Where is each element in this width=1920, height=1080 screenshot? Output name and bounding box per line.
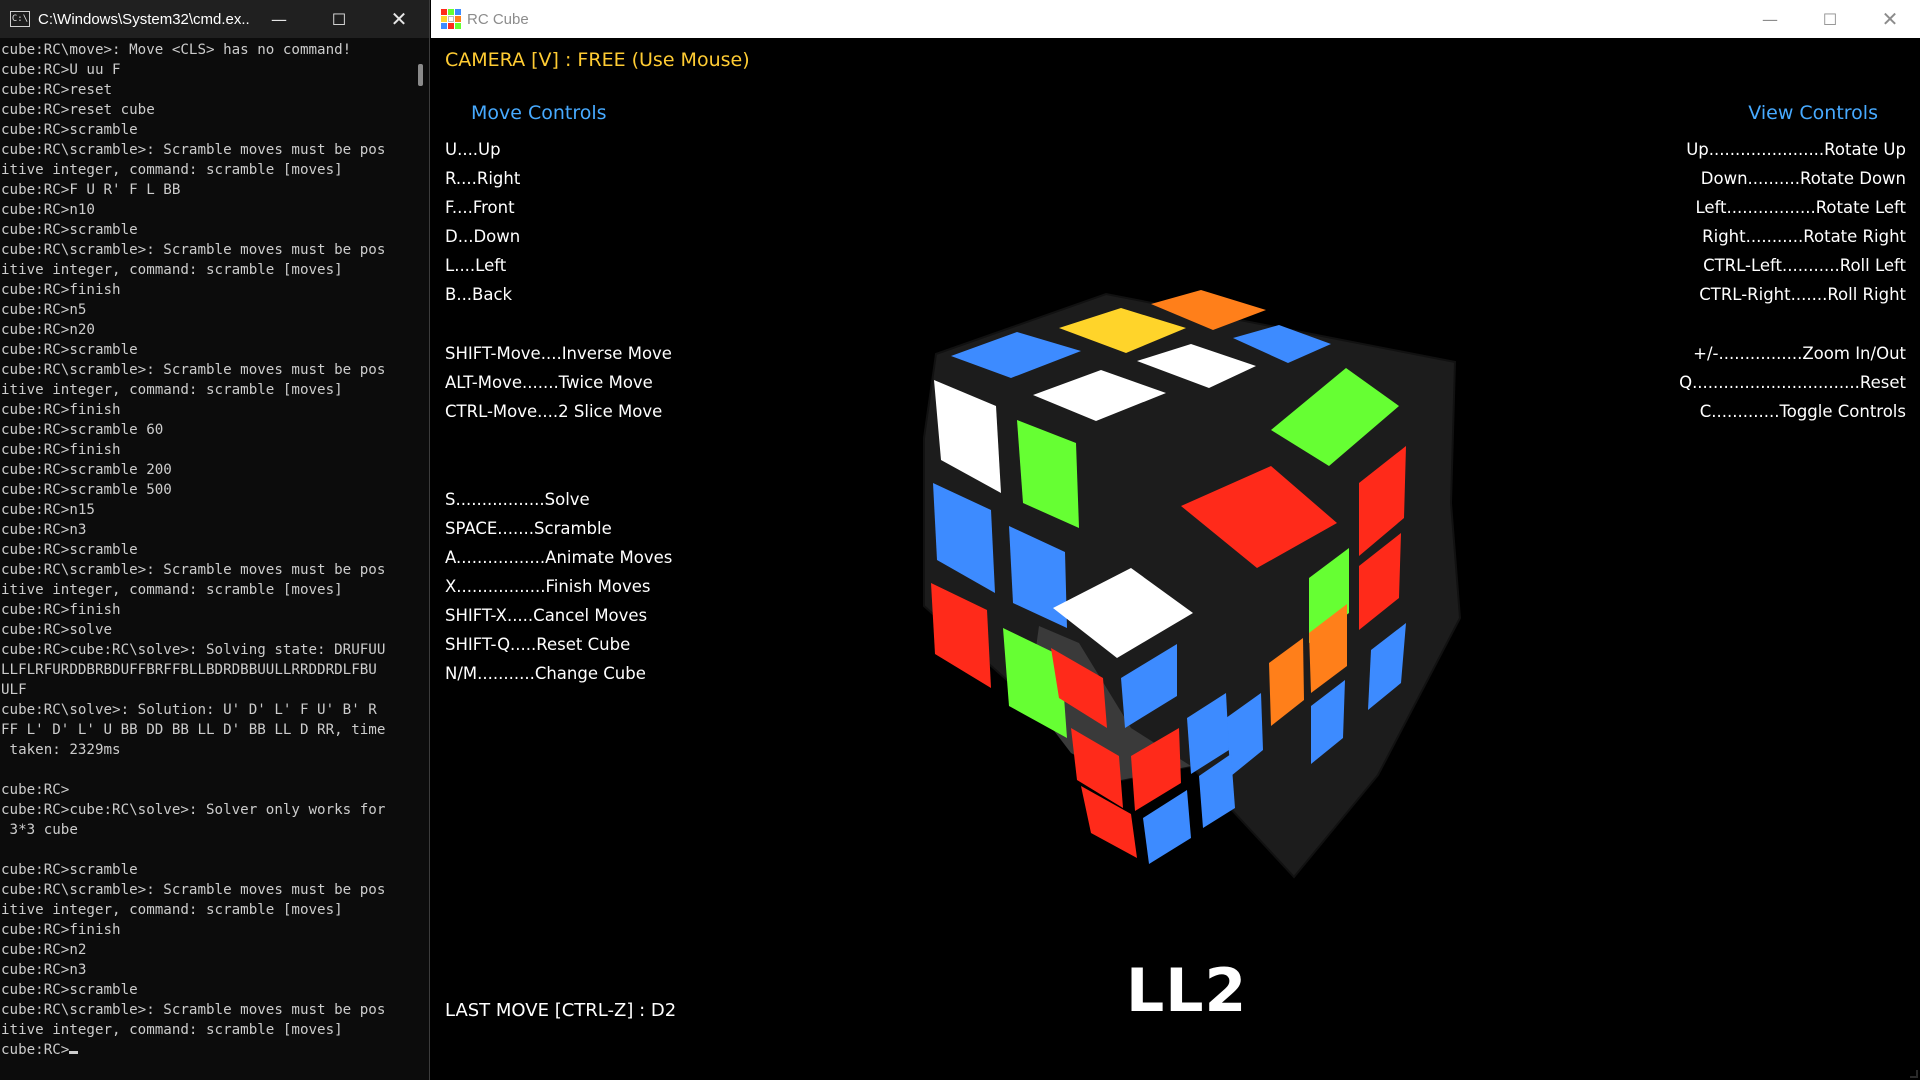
close-button[interactable]: ✕ — [369, 0, 429, 38]
console-line: cube:RC>n15 — [1, 502, 95, 518]
last-move-label: LAST MOVE [CTRL-Z] : D2 — [445, 1000, 677, 1021]
cube-viewport[interactable]: CAMERA [V] : FREE (Use Mouse) Move Contr… — [431, 38, 1920, 1080]
console-line: cube:RC>scramble 60 — [1, 422, 164, 438]
console-line: cube:RC>scramble 200 — [1, 462, 172, 478]
console-line: cube:RC>scramble — [1, 862, 138, 878]
console-output[interactable]: cube:RC\move>: Move <CLS> has no command… — [0, 38, 412, 1080]
console-line: cube:RC>n10 — [1, 202, 95, 218]
minimize-button[interactable]: — — [249, 0, 309, 38]
console-line: cube:RC\scramble>: Scramble moves must b… — [1, 562, 386, 578]
console-line: cube:RC>n2 — [1, 942, 87, 958]
rubiks-cube-icon — [441, 9, 461, 29]
console-line: cube:RC>n3 — [1, 962, 87, 978]
console-line: cube:RC>finish — [1, 922, 121, 938]
console-line: 3*3 cube — [1, 822, 78, 838]
console-line: itive integer, command: scramble [moves] — [1, 382, 343, 398]
console-line: cube:RC\scramble>: Scramble moves must b… — [1, 242, 386, 258]
close-button[interactable]: ✕ — [1860, 0, 1920, 38]
console-line: cube:RC>scramble — [1, 342, 138, 358]
rubiks-cube-3d-view[interactable] — [431, 38, 1920, 1080]
current-move-indicator: LL2 — [1126, 956, 1248, 1026]
console-scrollbar[interactable] — [411, 38, 429, 1080]
console-line: cube:RC\move>: Move <CLS> has no command… — [1, 42, 352, 58]
console-line: cube:RC\solve>: Solution: U' D' L' F U' … — [1, 702, 377, 718]
text-cursor — [69, 1051, 79, 1054]
cmd-titlebar[interactable]: C:\ C:\Windows\System32\cmd.ex... — ☐ ✕ — [0, 0, 429, 38]
scrollbar-thumb[interactable] — [418, 64, 423, 86]
console-line: cube:RC>scramble — [1, 542, 138, 558]
console-line: cube:RC>reset cube — [1, 102, 155, 118]
console-line: cube:RC\scramble>: Scramble moves must b… — [1, 142, 386, 158]
console-line: cube:RC>scramble — [1, 122, 138, 138]
console-line: cube:RC\scramble>: Scramble moves must b… — [1, 362, 386, 378]
cmd-icon: C:\ — [10, 11, 30, 27]
console-line: LLFLRFURDDBRBDUFFBRFFBLLBDRDBBUULLRRDDRD… — [1, 662, 377, 678]
maximize-button[interactable]: ☐ — [309, 0, 369, 38]
rc-cube-window[interactable]: RC Cube — ☐ ✕ CAMERA [V] : FREE (Use Mou… — [431, 0, 1920, 1080]
console-line: cube:RC>scramble — [1, 982, 138, 998]
cmd-window-title: C:\Windows\System32\cmd.ex... — [38, 10, 249, 28]
console-line: cube:RC>cube:RC\solve>: Solving state: D… — [1, 642, 386, 658]
console-line: cube:RC>n5 — [1, 302, 87, 318]
minimize-button[interactable]: — — [1740, 0, 1800, 38]
console-line: cube:RC>finish — [1, 282, 121, 298]
console-line: ULF — [1, 682, 27, 698]
console-line: itive integer, command: scramble [moves] — [1, 1022, 343, 1038]
console-line: cube:RC>solve — [1, 622, 113, 638]
console-line: cube:RC>n20 — [1, 322, 95, 338]
console-prompt-text: cube:RC> — [1, 1042, 70, 1058]
console-line: cube:RC>finish — [1, 442, 121, 458]
console-prompt[interactable]: cube:RC> — [1, 1040, 412, 1060]
rc-titlebar[interactable]: RC Cube — ☐ ✕ — [431, 0, 1920, 38]
maximize-button[interactable]: ☐ — [1800, 0, 1860, 38]
console-line: cube:RC>reset — [1, 82, 113, 98]
console-line: itive integer, command: scramble [moves] — [1, 582, 343, 598]
console-line: taken: 2329ms — [1, 742, 121, 758]
console-line: cube:RC>n3 — [1, 522, 87, 538]
console-line: cube:RC\scramble>: Scramble moves must b… — [1, 882, 386, 898]
console-line: cube:RC>cube:RC\solve>: Solver only work… — [1, 802, 386, 818]
console-line: FF L' D' L' U BB DD BB LL D' BB LL D RR,… — [1, 722, 386, 738]
console-line: itive integer, command: scramble [moves] — [1, 262, 343, 278]
console-line: cube:RC>finish — [1, 402, 121, 418]
console-line: cube:RC>U uu F — [1, 62, 121, 78]
cmd-window[interactable]: C:\ C:\Windows\System32\cmd.ex... — ☐ ✕ … — [0, 0, 430, 1080]
console-line: cube:RC> — [1, 782, 70, 798]
console-line: cube:RC>finish — [1, 602, 121, 618]
resize-grip-icon[interactable] — [1910, 1070, 1918, 1078]
console-line: itive integer, command: scramble [moves] — [1, 162, 343, 178]
console-line: cube:RC>scramble — [1, 222, 138, 238]
console-line: itive integer, command: scramble [moves] — [1, 902, 343, 918]
console-line: cube:RC\scramble>: Scramble moves must b… — [1, 1002, 386, 1018]
rc-window-title: RC Cube — [467, 10, 529, 28]
console-line: cube:RC>scramble 500 — [1, 482, 172, 498]
console-line: cube:RC>F U R' F L BB — [1, 182, 181, 198]
